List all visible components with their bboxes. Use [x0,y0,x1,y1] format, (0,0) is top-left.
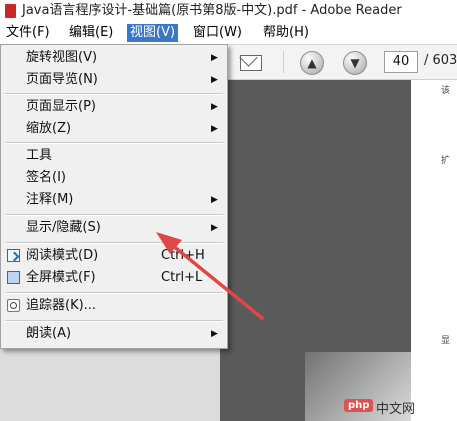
menu-item-label: 全屏模式(F) [26,270,96,285]
menu-item-rotate-view[interactable]: 旋转视图(V) ▶ [1,47,227,69]
page-text-snippet: 显 [441,336,451,346]
menu-item-tools[interactable]: 工具 [1,145,227,167]
next-page-button[interactable]: ▼ [343,51,367,75]
menu-item-label: 注释(M) [26,192,74,207]
submenu-arrow-icon: ▶ [211,195,218,205]
menu-bar: 文件(F) 编辑(E) 视图(V) 窗口(W) 帮助(H) [0,22,457,45]
menu-item-tracker[interactable]: 追踪器(K)... [1,295,227,317]
window-title: Java语言程序设计-基础篇(原书第8版-中文).pdf - Adobe Rea… [22,3,402,18]
toolbar-separator [283,51,284,73]
previous-page-button[interactable]: ▲ [300,51,324,75]
tracker-icon [7,299,20,312]
menu-item-zoom[interactable]: 缩放(Z) ▶ [1,118,227,140]
menu-item-comment[interactable]: 注释(M) ▶ [1,189,227,211]
watermark-logo: php [344,399,374,412]
menu-divider [5,214,223,216]
menu-divider [5,93,223,95]
watermark-site-name: 中文网 [376,402,416,417]
submenu-arrow-icon: ▶ [211,223,218,233]
menu-item-page-display[interactable]: 页面显示(P) ▶ [1,96,227,118]
menu-item-label: 显示/隐藏(S) [26,220,101,235]
menu-edit[interactable]: 编辑(E) [66,24,116,42]
submenu-arrow-icon: ▶ [211,53,218,63]
menu-help[interactable]: 帮助(H) [260,24,312,42]
menu-divider [5,142,223,144]
menu-divider [5,292,223,294]
menu-item-label: 页面显示(P) [26,99,96,114]
menu-item-label: 旋转视图(V) [26,50,98,65]
menu-divider [5,242,223,244]
page-text-snippet: 该 [441,86,451,96]
submenu-arrow-icon: ▶ [211,329,218,339]
submenu-arrow-icon: ▶ [211,124,218,134]
menu-item-label: 阅读模式(D) [26,248,99,263]
menu-item-label: 追踪器(K)... [26,298,97,313]
menu-item-reading-mode[interactable]: 阅读模式(D) Ctrl+H [1,245,227,267]
menu-item-label: 签名(I) [26,170,66,185]
view-menu-dropdown: 旋转视图(V) ▶ 页面导览(N) ▶ 页面显示(P) ▶ 缩放(Z) ▶ 工具… [0,44,228,349]
menu-item-show-hide[interactable]: 显示/隐藏(S) ▶ [1,217,227,239]
email-icon[interactable] [240,55,262,71]
menu-item-sign[interactable]: 签名(I) [1,167,227,189]
menu-file[interactable]: 文件(F) [3,24,53,42]
menu-item-label: 工具 [26,148,53,163]
reading-mode-icon [7,249,20,262]
menu-item-label: 页面导览(N) [26,72,98,87]
menu-item-shortcut: Ctrl+H [161,248,205,263]
toolbar: ▲ ▼ 40 / 603 [226,45,457,80]
menu-item-full-screen[interactable]: 全屏模式(F) Ctrl+L [1,267,227,289]
menu-item-shortcut: Ctrl+L [161,270,203,285]
page-number-input[interactable]: 40 [384,51,418,73]
menu-window[interactable]: 窗口(W) [190,24,245,42]
pdf-file-icon [5,4,16,18]
menu-item-read-aloud[interactable]: 朗读(A) ▶ [1,323,227,345]
menu-item-label: 朗读(A) [26,326,72,341]
menu-item-page-navigation[interactable]: 页面导览(N) ▶ [1,69,227,91]
menu-divider [5,320,223,322]
title-bar: Java语言程序设计-基础篇(原书第8版-中文).pdf - Adobe Rea… [0,0,457,22]
full-screen-icon [7,271,20,284]
page-text-snippet: 扩 [441,156,451,166]
menu-view[interactable]: 视图(V) [127,24,179,42]
submenu-arrow-icon: ▶ [211,102,218,112]
submenu-arrow-icon: ▶ [211,75,218,85]
page-count: / 603 [424,53,457,68]
menu-item-label: 缩放(Z) [26,121,72,136]
